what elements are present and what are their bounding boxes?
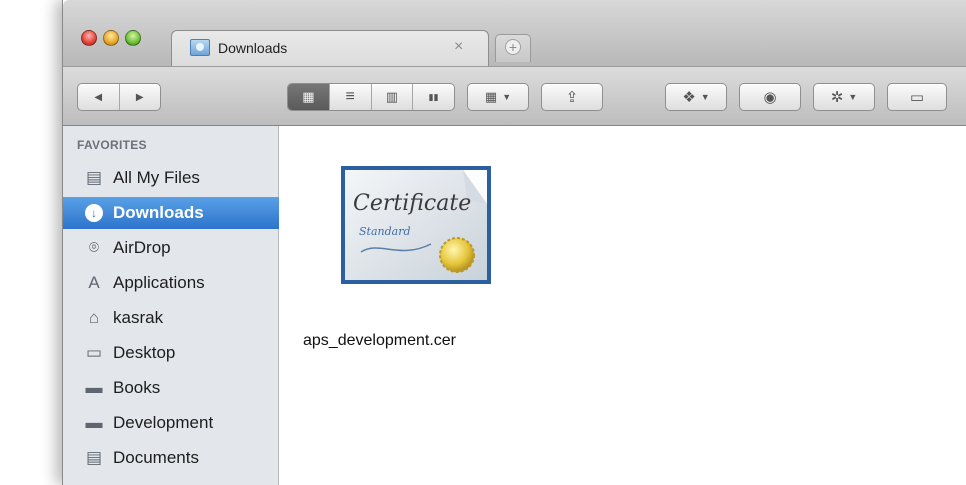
new-folder-button[interactable]: ▭ <box>887 83 947 111</box>
tab-close-icon[interactable]: × <box>454 38 463 56</box>
back-button[interactable]: ◀ <box>78 84 120 110</box>
all-files-icon: ▤ <box>85 168 103 187</box>
sidebar-item-desktop[interactable]: ▭ Desktop <box>63 337 279 369</box>
folder-icon: ▬ <box>85 378 103 397</box>
applications-icon: A <box>88 273 100 292</box>
certificate-title-text: Certificate <box>353 191 471 216</box>
certificate-file-icon: Certificate Standard <box>341 166 491 284</box>
coverflow-view-button[interactable]: ▮▮ <box>413 84 454 110</box>
sidebar-item-label: AirDrop <box>113 238 171 257</box>
airdrop-icon: ⌾ <box>88 238 100 257</box>
chevron-down-icon: ▼ <box>502 92 512 102</box>
sidebar-item-label: Development <box>113 413 214 432</box>
home-icon: ⌂ <box>88 308 100 327</box>
file-browser-content: Certificate Standard aps_development.cer <box>279 126 966 485</box>
back-forward-control: ◀ ▶ <box>77 83 161 111</box>
sidebar-item-applications[interactable]: A Applications <box>63 267 279 299</box>
sidebar-item-label: All My Files <box>113 168 200 187</box>
close-window-button[interactable] <box>81 30 97 46</box>
sidebar-item-downloads[interactable]: ↓ Downloads <box>63 197 279 229</box>
forward-button[interactable]: ▶ <box>120 84 161 110</box>
list-view-button[interactable]: ≡ <box>330 84 372 110</box>
downloads-folder-icon <box>190 39 210 56</box>
eye-icon: ◉ <box>763 89 777 106</box>
quick-look-button[interactable]: ◉ <box>739 83 801 111</box>
sidebar-item-all-my-files[interactable]: ▤ All My Files <box>63 162 279 194</box>
title-bar: Downloads × + <box>63 0 966 66</box>
sidebar-item-documents[interactable]: ▤ Documents <box>63 442 279 474</box>
view-mode-control: ▦ ≡ ▥ ▮▮ <box>287 83 455 111</box>
share-button[interactable]: ⇪ <box>541 83 603 111</box>
desktop-icon: ▭ <box>85 343 103 362</box>
forward-arrow-icon: ▶ <box>135 91 144 103</box>
minimize-window-button[interactable] <box>103 30 119 46</box>
list-view-icon: ≡ <box>345 88 355 105</box>
new-tab-button[interactable]: + <box>495 34 531 62</box>
icon-view-button[interactable]: ▦ <box>288 84 330 110</box>
sidebar-item-label: Applications <box>113 273 205 292</box>
sidebar-item-development[interactable]: ▬ Development <box>63 407 279 439</box>
new-folder-icon: ▭ <box>909 89 925 106</box>
sidebar-item-label: kasrak <box>113 308 164 327</box>
documents-icon: ▤ <box>85 448 103 467</box>
sidebar-item-kasrak[interactable]: ⌂ kasrak <box>63 302 279 334</box>
action-button[interactable]: ✲ ▼ <box>813 83 875 111</box>
dropbox-icon: ❖ <box>682 89 696 106</box>
sidebar-item-books[interactable]: ▬ Books <box>63 372 279 404</box>
arrange-button[interactable]: ▦ ▼ <box>467 83 529 111</box>
sidebar-item-label: Books <box>113 378 161 397</box>
icon-view-icon: ▦ <box>302 89 315 104</box>
sidebar-item-label: Downloads <box>113 203 204 222</box>
toolbar: ◀ ▶ ▦ ≡ ▥ ▮▮ ▦ ▼ ⇪ ❖ ▼ ◉ ✲ ▼ ▭ <box>63 66 966 126</box>
zoom-window-button[interactable] <box>125 30 141 46</box>
back-arrow-icon: ◀ <box>94 91 103 103</box>
plus-icon: + <box>505 39 521 55</box>
chevron-down-icon: ▼ <box>700 92 710 102</box>
sidebar-item-label: Documents <box>113 448 199 467</box>
share-icon: ⇪ <box>565 89 579 106</box>
tab-downloads[interactable]: Downloads × <box>171 30 489 66</box>
sidebar-item-airdrop[interactable]: ⌾ AirDrop <box>63 232 279 264</box>
sidebar-item-label: Desktop <box>113 343 176 362</box>
coverflow-view-icon: ▮▮ <box>428 91 439 102</box>
chevron-down-icon: ▼ <box>848 92 858 102</box>
sidebar-header-favorites: FAVORITES <box>77 138 147 152</box>
file-name-label: aps_development.cer <box>303 332 456 349</box>
column-view-icon: ▥ <box>385 89 399 104</box>
arrange-grid-icon: ▦ <box>484 89 498 104</box>
certificate-subtitle-text: Standard <box>359 225 411 238</box>
tab-title: Downloads <box>218 40 288 56</box>
downloads-icon: ↓ <box>83 203 105 223</box>
gear-icon: ✲ <box>830 89 844 106</box>
sidebar: FAVORITES ▤ All My Files ↓ Downloads ⌾ A… <box>63 126 279 485</box>
dropbox-button[interactable]: ❖ ▼ <box>665 83 727 111</box>
folder-icon: ▬ <box>85 413 103 432</box>
finder-window: Downloads × + ◀ ▶ ▦ ≡ ▥ ▮▮ ▦ ▼ ⇪ ❖ ▼ ◉ ✲… <box>62 0 966 485</box>
column-view-button[interactable]: ▥ <box>372 84 414 110</box>
